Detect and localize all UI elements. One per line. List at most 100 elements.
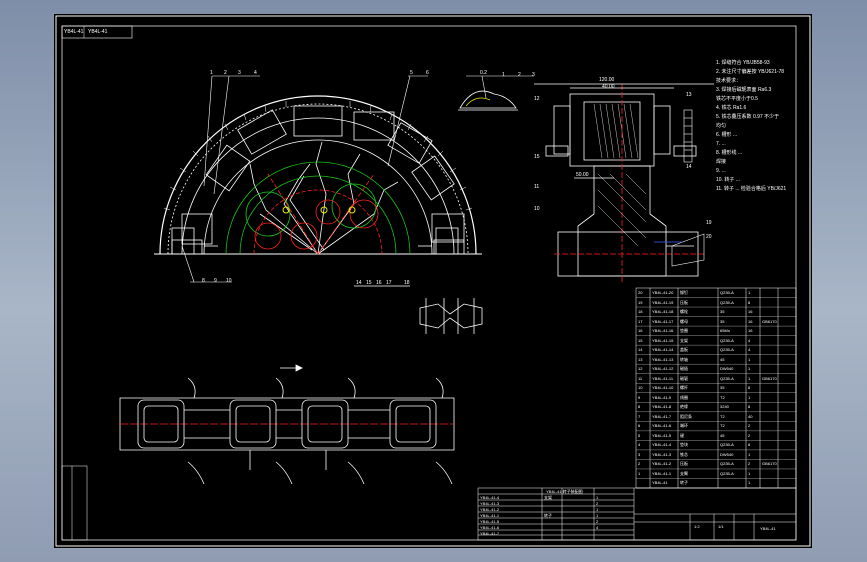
parts-cell: 35 <box>720 309 725 315</box>
parts-cell: GB6170 <box>762 461 777 467</box>
parts-cell: Q235-A <box>720 337 734 343</box>
parts-cell: 1 <box>748 480 751 486</box>
right-callout-11: 11 <box>534 184 540 190</box>
parts-cell: 螺杆 <box>680 385 688 391</box>
parts-cell: YB4L-41-6 <box>652 423 672 429</box>
right-callout-15: 15 <box>534 154 540 160</box>
title-table-cell: 2 <box>596 501 599 506</box>
parts-cell: 18 <box>638 309 643 315</box>
parts-cell: 8 <box>638 404 641 410</box>
parts-cell: 绝缘 <box>680 404 688 410</box>
parts-cell: YB4L-41-20 <box>652 290 674 295</box>
parts-cell: 螺栓 <box>680 309 688 315</box>
title-table-cell: 1 <box>596 513 599 518</box>
parts-cell: 7 <box>638 413 641 419</box>
parts-cell: YB4L-41-18 <box>652 309 674 315</box>
note-line: 5. 铁芯叠压系数 0.97 不少于 <box>716 114 780 120</box>
parts-cell: YB4L-41-11 <box>652 375 674 381</box>
parts-cell: YB4L-41-17 <box>652 318 674 324</box>
drawing-number: YB4L-41 <box>760 526 776 531</box>
parts-cell: 阻尼条 <box>680 413 692 419</box>
parts-cell: 1 <box>748 451 751 457</box>
parts-cell: GB6170 <box>762 375 777 381</box>
note-line: 焊接 <box>716 159 727 165</box>
title-table-cell: YB4L-41-4 <box>480 495 500 500</box>
outer-frame <box>55 15 811 547</box>
callout-10: 10 <box>226 278 232 284</box>
parts-cell: 35 <box>720 385 725 391</box>
dim-shaft-width: 50.00 <box>576 172 589 178</box>
parts-cell: YB4L-41-8 <box>652 404 672 410</box>
parts-cell: 垫块 <box>680 442 688 448</box>
parts-cell: 14 <box>638 347 643 353</box>
flange-detail <box>354 285 483 334</box>
parts-cell: 3240 <box>720 404 729 410</box>
right-callout-13: 13 <box>686 92 692 98</box>
callout-5: 5 <box>410 70 413 76</box>
parts-cell: 2 <box>748 432 751 438</box>
parts-cell: DW540 <box>720 451 734 457</box>
note-line: 技术要求： <box>716 78 742 84</box>
yellow-markers <box>282 206 356 214</box>
parts-cell: 3 <box>638 451 641 457</box>
parts-cell: 15 <box>638 337 643 343</box>
parts-cell: YB4L-41-1 <box>652 470 672 476</box>
rotor-half-view <box>154 95 482 255</box>
parts-cell: 16 <box>638 328 643 334</box>
parts-cell: 支臂 <box>680 470 688 476</box>
parts-cell: 转子 <box>680 480 688 486</box>
note-line: 铁芯不平度小于0.5 <box>716 96 758 102</box>
parts-cell: Q235-A <box>720 375 734 381</box>
parts-cell: YB4L-41-2 <box>652 461 672 467</box>
parts-cell: 45 <box>720 356 725 362</box>
parts-cell: YB4L-41-7 <box>652 413 672 419</box>
parts-cell: 压板 <box>680 299 688 305</box>
title-table-cell: 支架 <box>544 495 552 500</box>
callout-1: 1 <box>210 70 213 76</box>
title-table-cell: YB4L-41-2 <box>480 507 500 512</box>
parts-cell: T2 <box>720 413 725 419</box>
parts-cell: YB4L-41-4 <box>652 442 672 448</box>
parts-cell: 盖板 <box>680 347 688 353</box>
parts-cell: 磁轭 <box>680 375 688 381</box>
parts-cell: Q235-A <box>720 290 734 295</box>
callout-9: 9 <box>214 278 217 284</box>
parts-cell: Q235-A <box>720 461 734 467</box>
parts-cell: 2 <box>748 423 751 429</box>
note-line: 11. 转子 ... 检验合格后 YB/J621 <box>716 186 787 192</box>
title-code: YB4L-41 <box>64 29 84 35</box>
title-table-cell: YB4L-41-6 <box>480 525 500 530</box>
right-callout-19: 19 <box>706 220 712 226</box>
parts-cell: 8 <box>748 385 751 391</box>
sheet-value: 1/1 <box>718 524 724 529</box>
title-table-cell: 转子 <box>544 513 552 518</box>
parts-cell: 8 <box>748 404 751 410</box>
note-line: 8. 槽形线 ... <box>716 150 743 156</box>
parts-row-lines <box>636 297 796 489</box>
side-section <box>534 83 714 284</box>
title-table-cell: 2 <box>596 519 599 524</box>
parts-cell: T2 <box>720 423 725 429</box>
right-callout-12: 12 <box>534 96 540 102</box>
note-line: 3. 焊接后磁轭表面 Ra6.3 <box>716 87 772 93</box>
title-table-cell: 1 <box>596 495 599 500</box>
title-table-cell: 1 <box>596 507 599 512</box>
parts-cell: 1 <box>748 394 751 400</box>
green-pitch-arcs <box>225 161 411 255</box>
dim-inner-width: 40.00 <box>602 84 615 90</box>
parts-cell: 16 <box>748 328 753 334</box>
title-table-cell: 4 <box>596 525 599 530</box>
bolt-stack <box>671 109 705 267</box>
parts-cell: 4 <box>638 442 641 448</box>
parts-cell: 11 <box>638 375 643 381</box>
clip-callout-1: 1 <box>502 72 505 78</box>
parts-cell: YB4L-41 <box>652 480 668 486</box>
right-callout-20: 20 <box>706 234 712 240</box>
parts-cell: 13 <box>638 356 643 362</box>
parts-cell: 磁极 <box>680 366 688 372</box>
cad-drawing <box>55 15 811 547</box>
parts-cell: 1 <box>748 356 751 362</box>
parts-cell: DW540 <box>720 366 734 372</box>
dim-top-width: 120.00 <box>599 77 615 83</box>
clip-callout-3: 3 <box>532 72 535 78</box>
